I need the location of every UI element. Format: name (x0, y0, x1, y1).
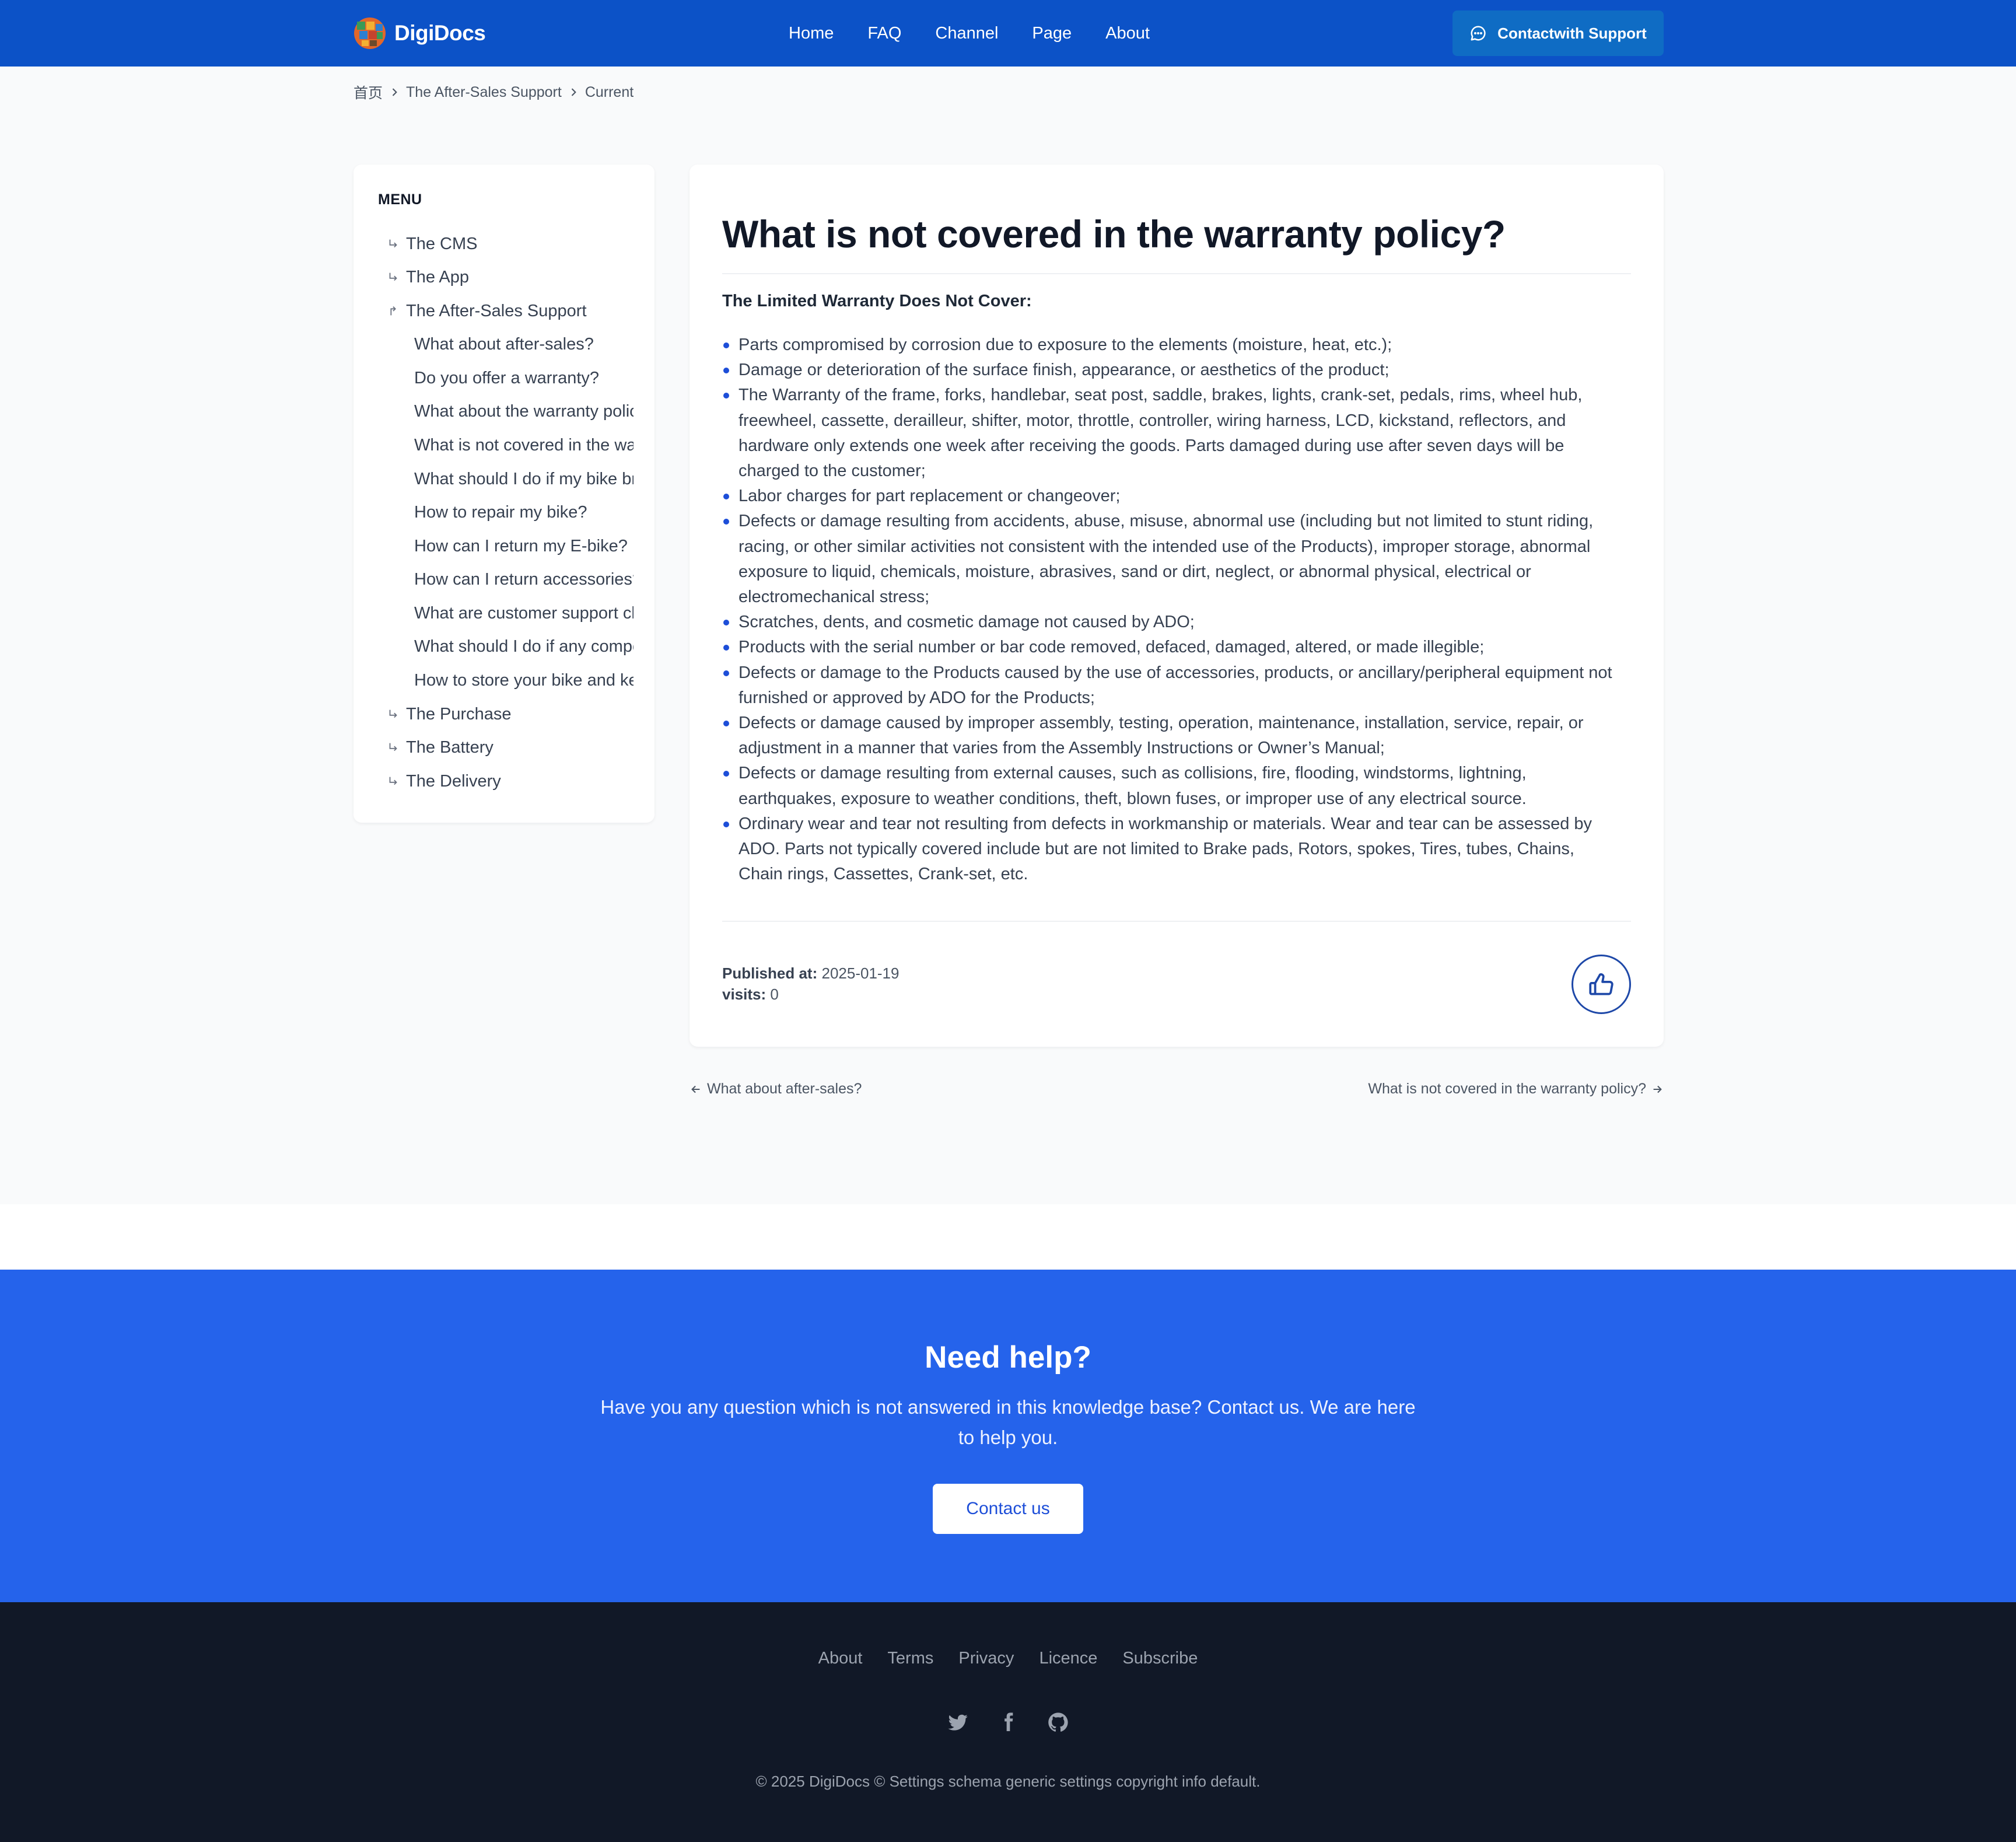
visits-label: visits: (722, 985, 766, 1003)
help-title: Need help? (925, 1340, 1091, 1375)
sidebar-subitem[interactable]: How can I return accessories? (414, 565, 634, 594)
published-row: Published at: 2025-01-19 (722, 963, 899, 984)
sidebar-subitem[interactable]: How to repair my bike? (414, 498, 634, 527)
published-date: 2025-01-19 (821, 964, 900, 982)
list-item: Parts compromised by corrosion due to ex… (722, 333, 1615, 358)
arrow-right-icon (1653, 1085, 1662, 1093)
list-item: Defects or damage caused by improper ass… (722, 711, 1615, 761)
like-button[interactable] (1572, 955, 1631, 1014)
list-item: Products with the serial number or bar c… (722, 635, 1615, 660)
footer-link-licence[interactable]: Licence (1039, 1649, 1097, 1668)
published-label: Published at: (722, 964, 818, 982)
facebook-icon[interactable] (996, 1711, 1020, 1734)
sidebar-subitem[interactable]: What about after-sales? (414, 330, 634, 359)
nav-home[interactable]: Home (789, 24, 834, 43)
need-help-section: Need help? Have you any question which i… (0, 1270, 2016, 1602)
top-header: DigiDocs Home FAQ Channel Page About Con… (0, 0, 2016, 67)
sidebar-item-label: The After-Sales Support (406, 301, 587, 320)
sidebar-item-label: The CMS (406, 234, 478, 253)
corner-arrow-icon (385, 773, 401, 789)
list-item: Damage or deterioration of the surface f… (722, 358, 1615, 383)
corner-arrow-icon (385, 269, 401, 285)
sidebar-item-the-cms[interactable]: The CMS (385, 229, 477, 258)
list-item: Defects or damage to the Products caused… (722, 660, 1615, 711)
corner-arrow-icon (385, 739, 401, 756)
prev-article-link[interactable]: What about after-sales? (690, 1081, 862, 1097)
footer-link-about[interactable]: About (818, 1649, 863, 1668)
thumbs-up-icon (1589, 973, 1614, 995)
brand-name: DigiDocs (394, 21, 486, 45)
social-links (0, 1711, 2016, 1734)
sidebar-item-after-sales[interactable]: The After-Sales Support (385, 296, 587, 326)
next-article-label: What is not covered in the warranty poli… (1368, 1081, 1646, 1097)
main-nav: Home FAQ Channel Page About (789, 20, 1150, 47)
copyright-text: © 2025 DigiDocs © Settings schema generi… (755, 1773, 1261, 1790)
list-item: Defects or damage resulting from acciden… (722, 509, 1615, 610)
sidebar-subitem[interactable]: What should I do if my bike breaks? (414, 464, 634, 494)
corner-arrow-icon (385, 236, 401, 252)
corner-arrow-up-icon (385, 303, 401, 319)
footer-link-terms[interactable]: Terms (887, 1649, 933, 1668)
contact-support-label: Contactwith Support (1497, 24, 1647, 42)
logo-icon (354, 18, 386, 49)
sidebar-subitem[interactable]: What are customer support channels? (414, 599, 634, 628)
article-meta: Published at: 2025-01-19 visits: 0 (722, 963, 899, 1005)
list-item: Ordinary wear and tear not resulting fro… (722, 812, 1615, 887)
footer-divider (722, 921, 1631, 922)
contact-us-button[interactable]: Contact us (933, 1484, 1083, 1534)
chevron-right-icon (571, 88, 576, 96)
footer-link-subscribe[interactable]: Subscribe (1122, 1649, 1198, 1668)
next-article-link[interactable]: What is not covered in the warranty poli… (1368, 1081, 1664, 1097)
list-item: Scratches, dents, and cosmetic damage no… (722, 610, 1615, 635)
help-text: Have you any question which is not answe… (600, 1396, 1416, 1448)
list-item: Defects or damage resulting from externa… (722, 761, 1615, 811)
sidebar-item-label: The Purchase (406, 704, 512, 723)
sidebar-item-the-battery[interactable]: The Battery (385, 733, 494, 762)
nav-about[interactable]: About (1105, 24, 1150, 43)
breadcrumb-section[interactable]: The After-Sales Support (406, 84, 562, 101)
nav-channel[interactable]: Channel (935, 24, 998, 43)
nav-faq[interactable]: FAQ (867, 24, 901, 43)
article-subheading: The Limited Warranty Does Not Cover: (722, 292, 1032, 310)
sidebar-menu: MENU The CMS The App The After-Sales Sup… (354, 165, 654, 823)
sidebar-item-label: The Battery (406, 738, 494, 757)
visits-row: visits: 0 (722, 984, 899, 1005)
twitter-icon[interactable] (946, 1711, 970, 1734)
list-item: The Warranty of the frame, forks, handle… (722, 383, 1615, 484)
brand-logo[interactable]: DigiDocs (354, 15, 486, 51)
breadcrumb-home[interactable]: 首页 (354, 82, 383, 103)
article-title: What is not covered in the warranty poli… (722, 212, 1506, 256)
sidebar-item-the-app[interactable]: The App (385, 263, 469, 292)
site-footer: About Terms Privacy Licence Subscribe © … (0, 1602, 2016, 1842)
sidebar-subitem[interactable]: Do you offer a warranty? (414, 363, 634, 393)
arrow-left-icon (691, 1085, 700, 1093)
sidebar-item-label: The App (406, 267, 470, 286)
sidebar-subitem[interactable]: What should I do if any component is mis… (414, 632, 634, 661)
article-card: What is not covered in the warranty poli… (690, 165, 1664, 1047)
contact-support-button[interactable]: Contactwith Support (1452, 11, 1664, 56)
prev-article-label: What about after-sales? (707, 1081, 862, 1097)
list-item: Labor charges for part replacement or ch… (722, 484, 1615, 509)
sidebar-subitem[interactable]: What about the warranty policy? (414, 397, 634, 426)
breadcrumb-current: Current (584, 83, 634, 100)
footer-link-privacy[interactable]: Privacy (958, 1649, 1014, 1668)
nav-page[interactable]: Page (1032, 24, 1072, 43)
sidebar-item-label: The Delivery (406, 771, 501, 791)
sidebar-subitem[interactable]: How to store your bike and keep it safe? (414, 666, 634, 695)
sidebar-subitem-active[interactable]: What is not covered in the warranty poli… (414, 431, 634, 460)
visits-count: 0 (770, 985, 779, 1003)
sidebar-subitem[interactable]: How can I return my E-bike? (414, 532, 634, 561)
github-icon[interactable] (1046, 1711, 1070, 1734)
corner-arrow-icon (385, 706, 401, 722)
chat-bubble-icon (1471, 26, 1486, 41)
title-divider (722, 273, 1631, 274)
exclusions-list: Parts compromised by corrosion due to ex… (722, 333, 1615, 887)
footer-links: About Terms Privacy Licence Subscribe (0, 1649, 2016, 1668)
chevron-right-icon (392, 88, 397, 96)
sidebar-item-the-delivery[interactable]: The Delivery (385, 767, 501, 796)
menu-title: MENU (378, 191, 422, 208)
sidebar-item-the-purchase[interactable]: The Purchase (385, 700, 512, 729)
breadcrumb: 首页 The After-Sales Support Current (354, 82, 634, 103)
